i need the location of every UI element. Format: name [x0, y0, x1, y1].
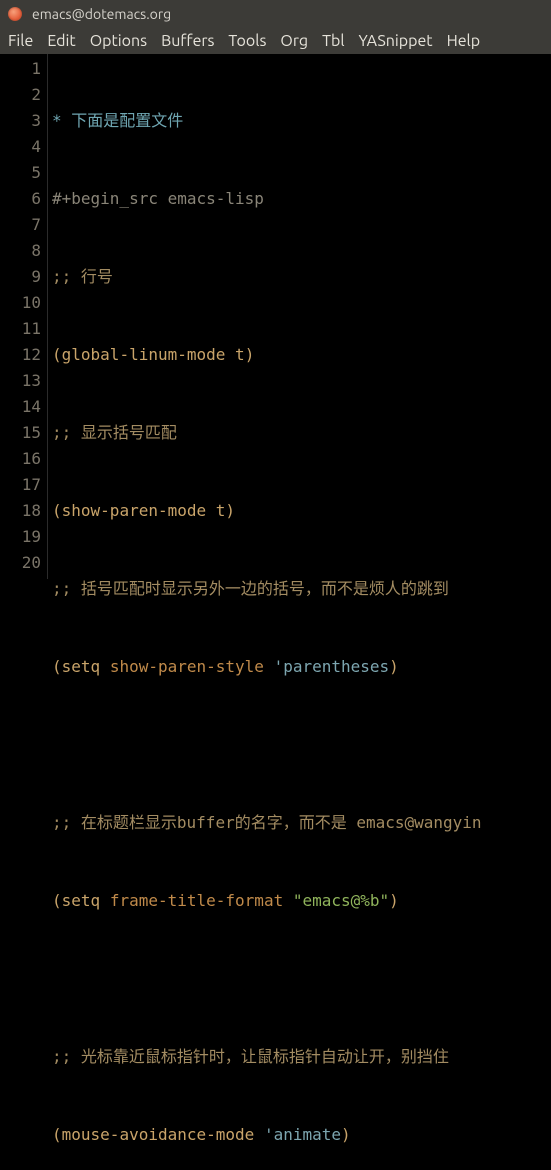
- line-number: 1: [0, 56, 41, 82]
- line-number: 18: [0, 498, 41, 524]
- code-line: ;; 括号匹配时显示另外一边的括号，而不是烦人的跳到: [52, 576, 482, 602]
- line-number: 5: [0, 160, 41, 186]
- line-number: 14: [0, 394, 41, 420]
- window-title: emacs@dotemacs.org: [32, 6, 171, 22]
- menu-yasnippet[interactable]: YASnippet: [359, 32, 433, 50]
- code-line: (show-paren-mode t): [52, 498, 482, 524]
- line-number: 19: [0, 524, 41, 550]
- line-number: 8: [0, 238, 41, 264]
- menu-tbl[interactable]: Tbl: [322, 32, 344, 50]
- menu-edit[interactable]: Edit: [47, 32, 75, 50]
- line-number: 10: [0, 290, 41, 316]
- code-line: (mouse-avoidance-mode 'animate): [52, 1122, 482, 1148]
- line-number: 6: [0, 186, 41, 212]
- menu-options[interactable]: Options: [90, 32, 147, 50]
- line-number: 15: [0, 420, 41, 446]
- line-number: 13: [0, 368, 41, 394]
- code-area[interactable]: * 下面是配置文件 #+begin_src emacs-lisp ;; 行号 (…: [48, 54, 486, 579]
- code-line: ;; 显示括号匹配: [52, 420, 482, 446]
- code-line: [52, 732, 482, 758]
- menubar: File Edit Options Buffers Tools Org Tbl …: [0, 28, 551, 54]
- line-number: 9: [0, 264, 41, 290]
- code-line: ;; 行号: [52, 264, 482, 290]
- line-number: 17: [0, 472, 41, 498]
- line-number: 20: [0, 550, 41, 576]
- org-block-begin: #+begin_src emacs-lisp: [52, 186, 482, 212]
- line-number: 16: [0, 446, 41, 472]
- org-heading: * 下面是配置文件: [52, 108, 482, 134]
- code-line: (setq show-paren-style 'parentheses): [52, 654, 482, 680]
- line-number: 3: [0, 108, 41, 134]
- code-line: [52, 966, 482, 992]
- code-line: (setq frame-title-format "emacs@%b"): [52, 888, 482, 914]
- line-number: 11: [0, 316, 41, 342]
- menu-tools[interactable]: Tools: [228, 32, 266, 50]
- menu-help[interactable]: Help: [447, 32, 481, 50]
- code-line: ;; 在标题栏显示buffer的名字，而不是 emacs@wangyin: [52, 810, 482, 836]
- menu-file[interactable]: File: [8, 32, 33, 50]
- editor[interactable]: 1 2 3 4 5 6 7 8 9 10 11 12 13 14 15 16 1…: [0, 54, 551, 579]
- line-number-gutter: 1 2 3 4 5 6 7 8 9 10 11 12 13 14 15 16 1…: [0, 54, 48, 579]
- menu-org[interactable]: Org: [280, 32, 308, 50]
- line-number: 4: [0, 134, 41, 160]
- line-number: 12: [0, 342, 41, 368]
- code-line: ;; 光标靠近鼠标指针时，让鼠标指针自动让开，别挡住: [52, 1044, 482, 1070]
- line-number: 2: [0, 82, 41, 108]
- code-line: (global-linum-mode t): [52, 342, 482, 368]
- line-number: 7: [0, 212, 41, 238]
- menu-buffers[interactable]: Buffers: [161, 32, 214, 50]
- titlebar: emacs@dotemacs.org: [0, 0, 551, 28]
- close-icon[interactable]: [8, 7, 22, 21]
